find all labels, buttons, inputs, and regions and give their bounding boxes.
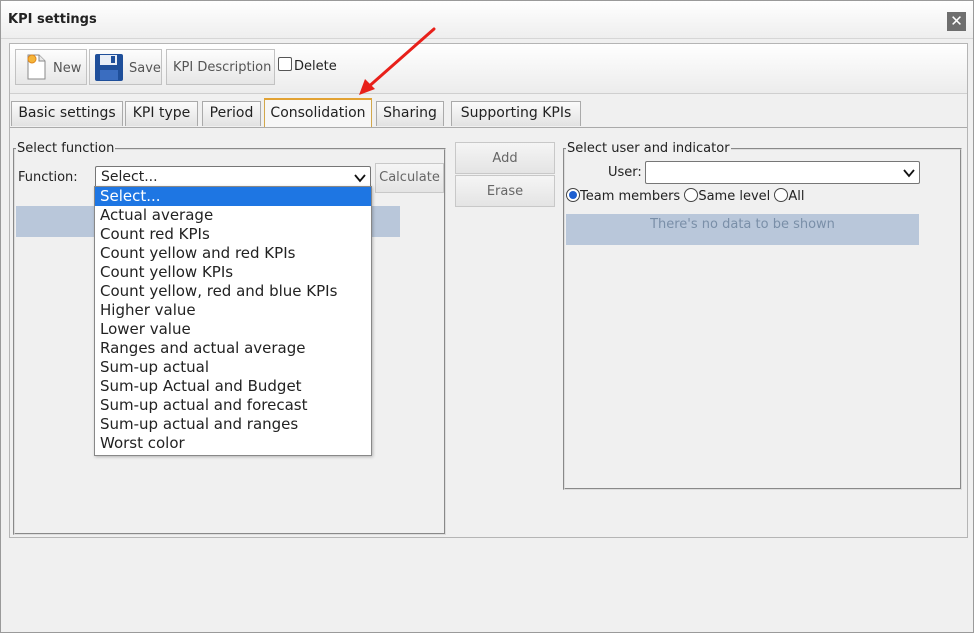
select-user-indicator-legend: Select user and indicator bbox=[566, 141, 731, 156]
new-button-label: New bbox=[53, 61, 82, 76]
tab-bar: Basic settings KPI type Period Consolida… bbox=[10, 98, 967, 127]
dropdown-option[interactable]: Count yellow KPIs bbox=[95, 263, 371, 282]
add-button[interactable]: Add bbox=[455, 142, 555, 174]
dropdown-option[interactable]: Higher value bbox=[95, 301, 371, 320]
dropdown-option[interactable]: Count yellow and red KPIs bbox=[95, 244, 371, 263]
tab-supporting-kpis-label: Supporting KPIs bbox=[460, 105, 572, 121]
new-document-icon bbox=[27, 54, 46, 80]
dropdown-option[interactable]: Count red KPIs bbox=[95, 225, 371, 244]
toolbar: New Save KPI Description Delete bbox=[10, 44, 967, 94]
dropdown-option[interactable]: Sum-up Actual and Budget bbox=[95, 377, 371, 396]
kpi-settings-window: KPI settings ✕ New Save KPI Description … bbox=[0, 0, 974, 633]
all-label: All bbox=[788, 189, 805, 204]
scope-radio-group: Team members Same level All bbox=[566, 188, 805, 204]
calculate-button[interactable]: Calculate bbox=[375, 163, 444, 193]
dropdown-option[interactable]: Count yellow, red and blue KPIs bbox=[95, 282, 371, 301]
team-members-label: Team members bbox=[580, 189, 681, 204]
kpi-description-button[interactable]: KPI Description bbox=[166, 49, 275, 85]
new-button[interactable]: New bbox=[15, 49, 87, 85]
erase-label: Erase bbox=[486, 184, 524, 199]
tab-basic-settings[interactable]: Basic settings bbox=[11, 101, 123, 126]
delete-checkbox[interactable] bbox=[278, 57, 292, 71]
dropdown-option[interactable]: Sum-up actual bbox=[95, 358, 371, 377]
select-user-indicator-group: Select user and indicator User: Team mem… bbox=[563, 141, 962, 490]
dropdown-option[interactable]: Sum-up actual and ranges bbox=[95, 415, 371, 434]
tab-consolidation-label: Consolidation bbox=[270, 105, 366, 121]
erase-button[interactable]: Erase bbox=[455, 175, 555, 207]
calculate-label: Calculate bbox=[379, 170, 440, 185]
dropdown-option[interactable]: Sum-up actual and forecast bbox=[95, 396, 371, 415]
no-data-message: There's no data to be shown bbox=[566, 214, 919, 245]
tab-period[interactable]: Period bbox=[202, 101, 261, 126]
function-label: Function: bbox=[18, 170, 78, 185]
close-icon: ✕ bbox=[950, 12, 963, 30]
dropdown-option[interactable]: Select... bbox=[95, 187, 371, 206]
kpi-description-label: KPI Description bbox=[173, 60, 272, 75]
tab-period-label: Period bbox=[209, 105, 254, 121]
user-label: User: bbox=[608, 165, 642, 180]
window-title: KPI settings bbox=[8, 12, 97, 27]
save-button[interactable]: Save bbox=[89, 49, 162, 85]
team-members-radio[interactable] bbox=[566, 188, 580, 202]
dropdown-option[interactable]: Worst color bbox=[95, 434, 371, 453]
select-function-legend: Select function bbox=[16, 141, 116, 156]
tab-kpi-type-label: KPI type bbox=[132, 105, 191, 121]
function-dropdown-list: Select... Actual average Count red KPIs … bbox=[94, 186, 372, 456]
tab-basic-settings-label: Basic settings bbox=[18, 105, 116, 121]
chevron-down-icon bbox=[354, 174, 366, 183]
user-select[interactable] bbox=[645, 161, 920, 184]
dropdown-option[interactable]: Actual average bbox=[95, 206, 371, 225]
delete-label: Delete bbox=[294, 59, 337, 74]
tab-sharing[interactable]: Sharing bbox=[376, 101, 444, 126]
tab-supporting-kpis[interactable]: Supporting KPIs bbox=[451, 101, 581, 126]
same-level-radio[interactable] bbox=[684, 188, 699, 202]
save-disk-icon bbox=[95, 54, 123, 81]
add-label: Add bbox=[492, 151, 518, 166]
all-radio[interactable] bbox=[774, 188, 789, 202]
close-button[interactable]: ✕ bbox=[947, 12, 966, 31]
same-level-label: Same level bbox=[698, 189, 771, 204]
chevron-down-icon bbox=[903, 169, 915, 178]
dropdown-option[interactable]: Ranges and actual average bbox=[95, 339, 371, 358]
dropdown-option[interactable]: Lower value bbox=[95, 320, 371, 339]
function-select-value: Select... bbox=[101, 169, 158, 185]
delete-checkbox-wrap[interactable]: Delete bbox=[278, 57, 337, 74]
title-bar: KPI settings ✕ bbox=[1, 1, 973, 39]
tab-sharing-label: Sharing bbox=[383, 105, 437, 121]
save-button-label: Save bbox=[129, 61, 161, 76]
tab-kpi-type[interactable]: KPI type bbox=[125, 101, 198, 126]
annotation-arrow-icon bbox=[359, 27, 436, 95]
